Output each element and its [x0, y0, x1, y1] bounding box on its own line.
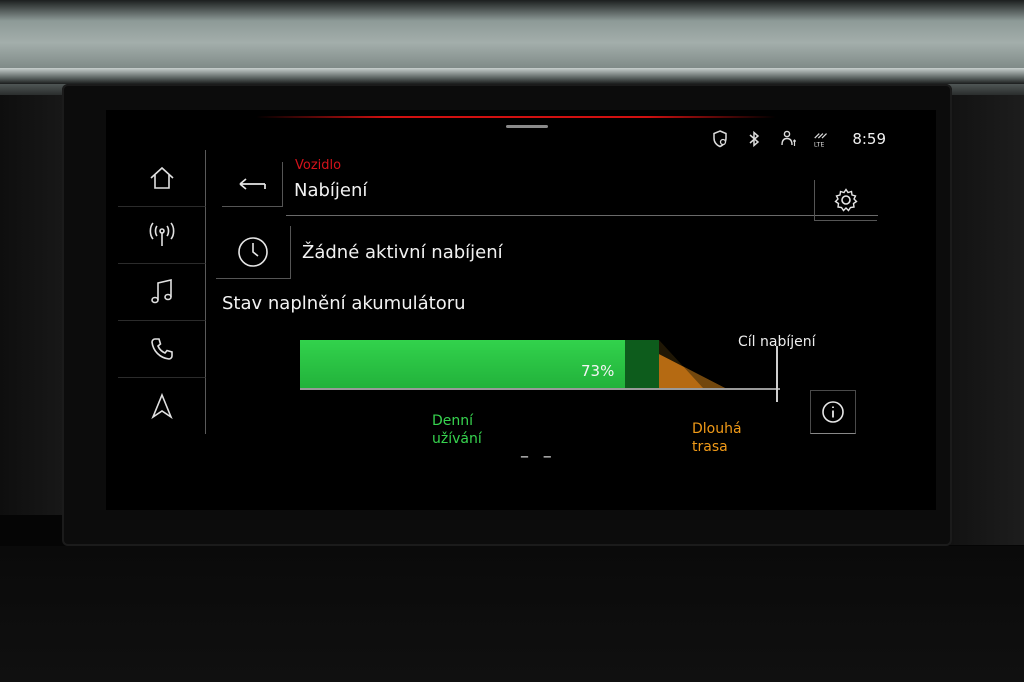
- main-nav: [118, 150, 206, 438]
- back-button[interactable]: [222, 162, 283, 207]
- bezel-right: [950, 95, 1024, 545]
- header-divider: [286, 215, 878, 216]
- phone-icon: [150, 338, 173, 360]
- dashboard-lower: [0, 546, 1024, 682]
- page-title: Nabíjení: [294, 180, 368, 201]
- daily-use-line1: Denní: [432, 413, 474, 429]
- clock: 8:59: [852, 130, 886, 148]
- status-bar: LTE 8:59: [710, 128, 886, 150]
- info-icon: [822, 401, 844, 423]
- breadcrumb[interactable]: Vozidlo: [295, 158, 341, 173]
- lte-label: LTE: [814, 141, 825, 148]
- battery-percent: 73%: [581, 362, 615, 380]
- long-trip-line2: trasa: [692, 439, 728, 455]
- music-note-icon: [150, 278, 172, 304]
- daily-use-line2: užívání: [432, 431, 482, 447]
- long-trip-label: Dlouhá trasa: [692, 420, 742, 456]
- clock-icon: [238, 237, 268, 267]
- gear-icon: [834, 188, 858, 212]
- lte-data-icon: LTE: [812, 129, 832, 149]
- nav-phone[interactable]: [118, 321, 206, 378]
- nav-navigation[interactable]: [118, 378, 206, 434]
- battery-fill: [300, 340, 625, 388]
- battery-fill-edge: [625, 340, 659, 388]
- top-accent-line: [256, 116, 776, 118]
- radio-icon: [149, 222, 174, 246]
- charge-target-label: Cíl nabíjení: [738, 334, 816, 350]
- battery-bar-baseline: [300, 388, 780, 390]
- battery-level-bar: 73%: [300, 338, 780, 398]
- range-value: – –: [520, 446, 556, 467]
- dashboard-chrome-strip: [0, 68, 1024, 84]
- info-button[interactable]: [810, 390, 856, 434]
- privacy-shield-icon: [710, 129, 730, 149]
- assistance-icon: [778, 129, 798, 149]
- charging-status-text: Žádné aktivní nabíjení: [302, 242, 503, 263]
- navigation-arrow-icon: [150, 392, 173, 420]
- pull-down-handle[interactable]: [506, 125, 548, 128]
- charging-timer-button[interactable]: [216, 226, 291, 279]
- settings-button[interactable]: [814, 180, 877, 221]
- battery-section-title: Stav naplnění akumulátoru: [222, 293, 466, 314]
- bezel-left: [0, 95, 64, 515]
- back-arrow-icon: [239, 178, 266, 190]
- charge-target-marker[interactable]: [776, 346, 778, 402]
- long-trip-line1: Dlouhá: [692, 421, 742, 437]
- nav-music[interactable]: [118, 264, 206, 321]
- nav-home[interactable]: [118, 150, 206, 207]
- long-trip-segment: [659, 340, 725, 388]
- bluetooth-icon: [744, 129, 764, 149]
- daily-use-label: Denní užívání: [432, 412, 482, 448]
- infotainment-screen: LTE 8:59 Vozidlo Nabíjení Žádné aktivní …: [106, 110, 936, 510]
- nav-radio[interactable]: [118, 207, 206, 264]
- home-icon: [149, 166, 174, 189]
